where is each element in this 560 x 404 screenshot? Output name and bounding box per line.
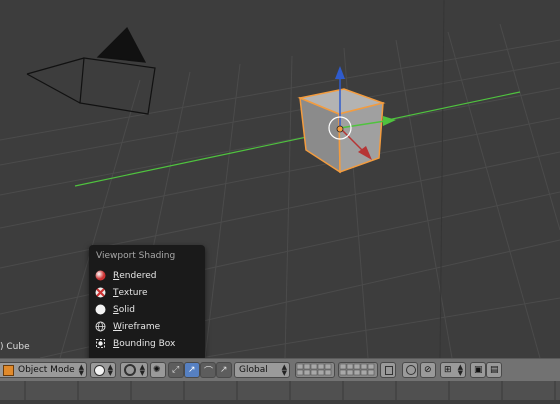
layers-grid-2[interactable]	[338, 362, 378, 378]
arrow-icon: ↗	[220, 365, 228, 375]
snap-element-selector[interactable]: ⊞ ▲ ▼	[440, 362, 466, 378]
render-animation-button[interactable]: ▤	[486, 362, 502, 378]
3d-view-header: Object Mode ▲ ▼ ▲ ▼ ▲ ▼ ✺ ⤢ ↗ ⌒ ↗ Global ▲ ▼…	[0, 358, 560, 381]
menu-item-label: endered	[119, 270, 157, 281]
menu-item-rendered[interactable]: Rendered	[89, 267, 205, 284]
proportional-edit-button[interactable]	[402, 362, 418, 378]
menu-item-label: ireframe	[121, 321, 161, 332]
curve-icon: ⌒	[204, 366, 214, 377]
active-object-label: ) Cube	[0, 342, 30, 352]
menu-item-wireframe[interactable]: Wireframe	[89, 318, 205, 335]
translate-manipulator[interactable]: ⤢	[168, 362, 184, 378]
viewport-canvas	[0, 0, 560, 358]
viewport-shading-menu: Viewport Shading Rendered Texture Solid …	[89, 245, 205, 361]
rotate-icon: ↗	[188, 365, 196, 375]
film-icon: ▤	[490, 365, 499, 375]
dropdown-arrows-icon: ▲ ▼	[281, 363, 287, 377]
snap-toggle-button[interactable]: ⊘	[420, 362, 436, 378]
rendered-sphere-icon	[94, 270, 106, 282]
proportional-edit-icon	[406, 365, 416, 375]
translate-arrow-icon: ⤢	[172, 365, 180, 375]
solid-sphere-icon	[94, 364, 105, 376]
lock-layers-button[interactable]	[380, 362, 396, 378]
dropdown-arrows-icon: ▲ ▼	[78, 363, 84, 377]
mode-label: Object Mode	[18, 365, 75, 375]
dropdown-arrows-icon: ▲ ▼	[139, 363, 145, 377]
snap-grid-icon: ⊞	[444, 365, 452, 375]
manipulator-toggle[interactable]: ✺	[150, 362, 166, 378]
layer-buttons-icon	[339, 363, 375, 376]
menu-item-texture[interactable]: Texture	[89, 284, 205, 301]
wireframe-sphere-icon	[94, 321, 106, 333]
pivot-point-button[interactable]: ▲ ▼	[120, 362, 148, 378]
menu-item-label: exture	[118, 287, 148, 298]
dropdown-arrows-icon: ▲ ▼	[107, 363, 113, 377]
rotate-manipulator[interactable]: ↗	[184, 362, 200, 378]
transform-orientation-icon-button[interactable]: ↗	[216, 362, 232, 378]
layer-buttons-icon	[296, 363, 332, 376]
manipulator-icon: ✺	[153, 365, 161, 375]
floor-grid	[0, 23, 560, 358]
menu-item-mnemonic: W	[113, 321, 122, 332]
camera-object	[26, 27, 156, 115]
camera-render-icon: ▣	[474, 365, 483, 375]
lock-icon	[385, 365, 393, 375]
transform-orientation-selector[interactable]: Global ▲ ▼	[234, 362, 290, 378]
orientation-label: Global	[239, 365, 268, 375]
object-mode-icon	[3, 364, 14, 376]
ruler-ticks	[24, 381, 556, 400]
menu-item-label: ounding Box	[119, 338, 176, 349]
z-axis-line-bg	[439, 0, 445, 358]
bounding-box-icon	[94, 338, 106, 350]
texture-sphere-icon	[94, 287, 106, 299]
menu-item-label: olid	[118, 304, 135, 315]
solid-sphere-icon	[94, 304, 106, 316]
render-preview-button[interactable]: ▣	[470, 362, 486, 378]
menu-title: Viewport Shading	[96, 251, 176, 261]
menu-item-bounding-box[interactable]: Bounding Box	[89, 335, 205, 352]
dropdown-arrows-icon: ▲ ▼	[457, 363, 463, 377]
timeline-ruler[interactable]	[0, 381, 560, 400]
mode-selector[interactable]: Object Mode ▲ ▼	[0, 362, 87, 378]
magnet-icon: ⊘	[424, 365, 432, 375]
menu-item-solid[interactable]: Solid	[89, 301, 205, 318]
3d-viewport[interactable]: ) Cube	[0, 0, 560, 358]
viewport-shading-button[interactable]: ▲ ▼	[90, 362, 116, 378]
scale-manipulator[interactable]: ⌒	[200, 362, 216, 378]
layers-grid-1[interactable]	[295, 362, 335, 378]
pivot-icon	[124, 364, 136, 376]
